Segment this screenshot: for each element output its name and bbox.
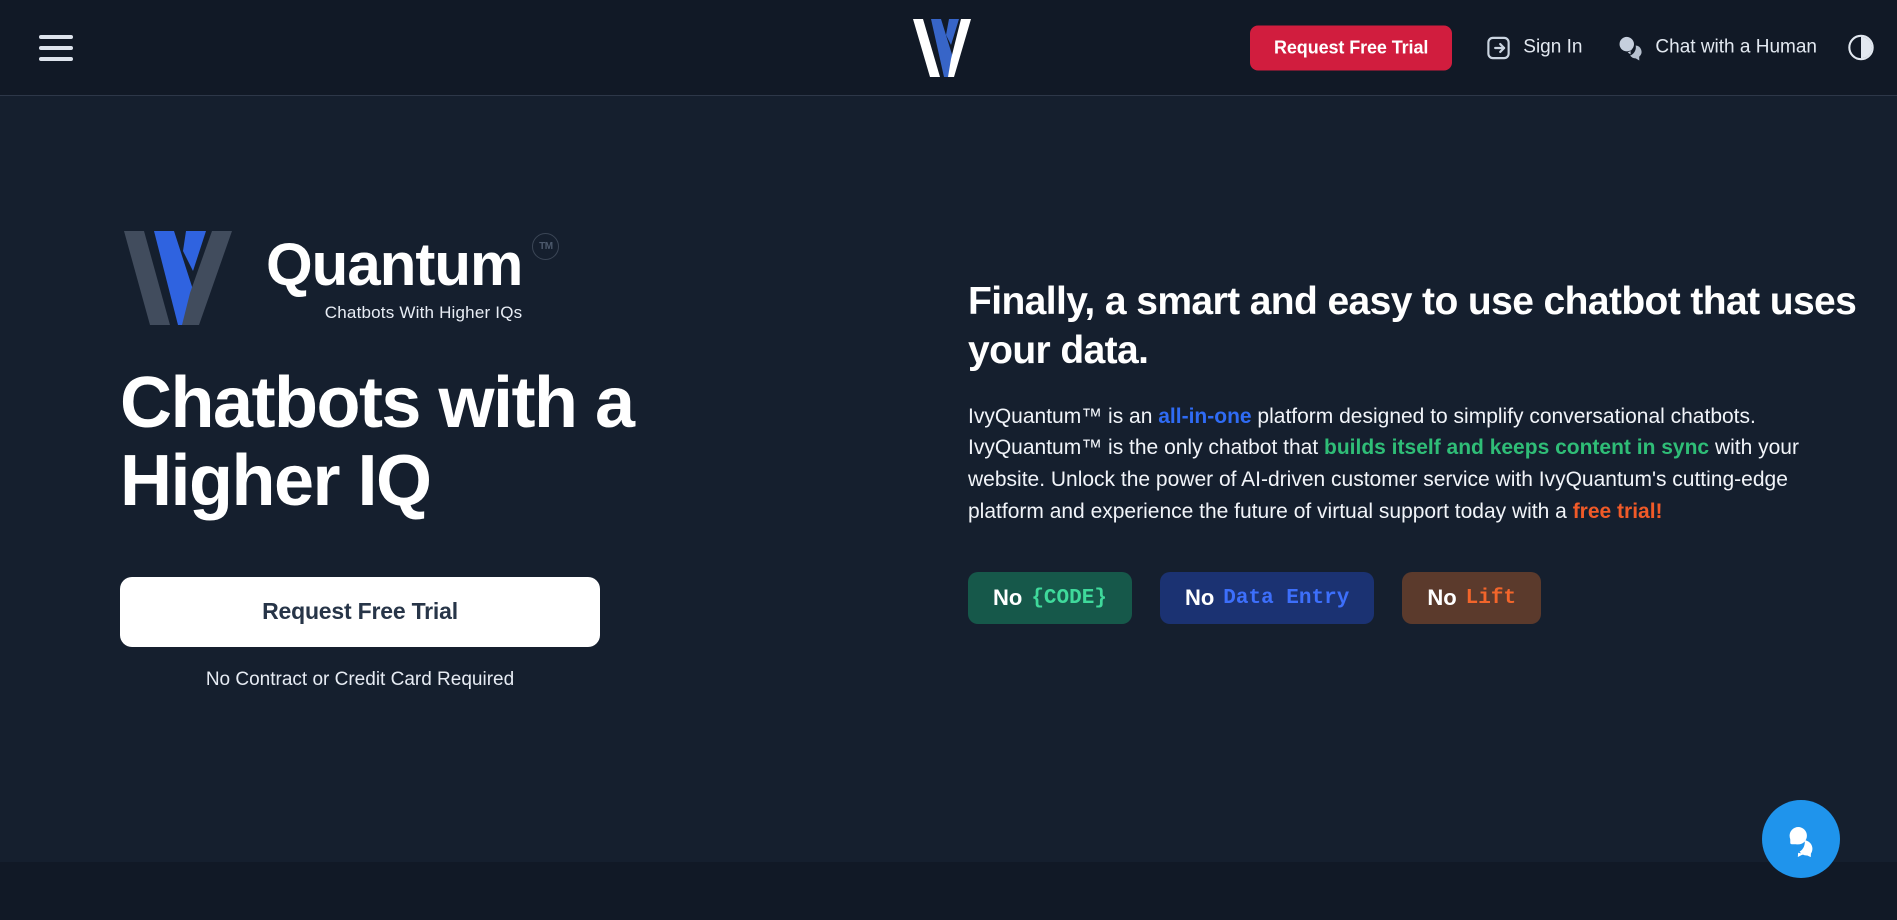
badge-value: Lift <box>1465 586 1517 610</box>
ivy-quantum-mark-icon <box>120 229 248 327</box>
brand-lockup: Quantum Chatbots With Higher IQs TM <box>120 229 840 327</box>
promo-highlight-builds-itself: builds itself and keeps content in sync <box>1324 436 1710 460</box>
hamburger-bar <box>39 56 73 61</box>
footer-strip <box>0 862 1897 920</box>
chat-widget-button[interactable] <box>1762 800 1840 878</box>
promo-body: IvyQuantum™ is an all-in-one platform de… <box>968 401 1868 529</box>
badge-no-code: No {CODE} <box>968 572 1132 625</box>
speech-bubbles-icon <box>1789 827 1813 858</box>
hero-right-column: Finally, a smart and easy to use chatbot… <box>968 278 1868 625</box>
brand-wordmark: Quantum Chatbots With Higher IQs <box>266 231 523 323</box>
navbar-request-free-trial-button[interactable]: Request Free Trial <box>1250 25 1453 70</box>
promo-heading: Finally, a smart and easy to use chatbot… <box>968 280 1857 372</box>
login-arrow-icon <box>1485 34 1512 61</box>
page-root: Request Free Trial Sign In Chat with a H… <box>0 0 1897 920</box>
signin-link[interactable]: Sign In <box>1485 34 1582 61</box>
hero-left-column: Quantum Chatbots With Higher IQs TM Chat… <box>120 229 840 691</box>
badge-value: Data Entry <box>1223 586 1350 610</box>
promo-highlight-free-trial: free trial! <box>1572 500 1663 524</box>
trademark-badge: TM <box>532 233 560 260</box>
chat-with-human-link[interactable]: Chat with a Human <box>1615 33 1817 62</box>
badge-value: {CODE} <box>1031 586 1107 610</box>
hero-cta-note: No Contract or Credit Card Required <box>205 668 515 690</box>
hamburger-menu-icon[interactable] <box>34 30 78 66</box>
brand-tagline: Chatbots With Higher IQs <box>324 303 523 322</box>
hero-request-free-trial-button[interactable]: Request Free Trial <box>120 576 600 647</box>
chat-with-human-label: Chat with a Human <box>1655 36 1817 58</box>
brand-name: Quantum <box>266 231 523 298</box>
hero-section: Quantum Chatbots With Higher IQs TM Chat… <box>0 96 1897 862</box>
promo-text-part-1: IvyQuantum™ is an <box>968 404 1159 428</box>
contrast-circle-icon[interactable] <box>1847 34 1875 62</box>
badge-no-data-entry: No Data Entry <box>1159 572 1375 625</box>
feature-badge-list: No {CODE} No Data Entry No Lift <box>968 572 1868 625</box>
top-navbar: Request Free Trial Sign In Chat with a H… <box>0 0 1897 96</box>
promo-highlight-all-in-one: all-in-one <box>1158 404 1252 428</box>
badge-prefix: No <box>993 585 1023 611</box>
site-logo[interactable] <box>907 17 991 79</box>
hamburger-bar <box>39 45 73 50</box>
badge-no-lift: No Lift <box>1402 572 1542 625</box>
speech-bubbles-icon <box>1615 33 1644 62</box>
navbar-actions: Request Free Trial Sign In Chat with a H… <box>1250 25 1875 70</box>
badge-prefix: No <box>1184 585 1215 611</box>
badge-prefix: No <box>1427 585 1457 611</box>
signin-label: Sign In <box>1523 36 1583 58</box>
hamburger-bar <box>39 34 73 39</box>
page-title: Chatbots with a Higher IQ <box>120 363 635 521</box>
